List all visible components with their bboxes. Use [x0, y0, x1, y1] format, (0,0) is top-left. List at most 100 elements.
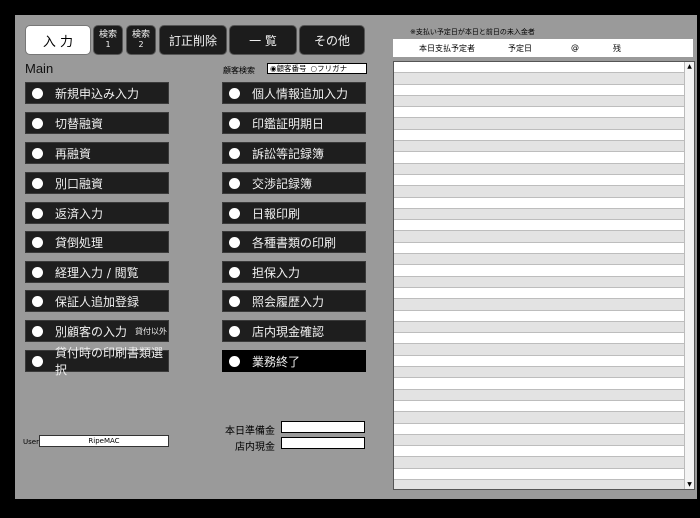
list-item[interactable]	[394, 344, 685, 356]
list-item[interactable]	[394, 434, 685, 447]
reserve-cash-field[interactable]	[281, 421, 365, 433]
tab-search-2[interactable]: 検索 2	[126, 25, 156, 55]
payments-note: ※支払い予定日が本日と前日の未入金者	[410, 28, 535, 36]
button-label: 個人情報追加入力	[252, 86, 349, 101]
refinance-switch-button[interactable]: 切替融資	[25, 112, 169, 134]
bad-debt-button[interactable]: 貸倒処理	[25, 231, 169, 253]
guarantor-add-button[interactable]: 保証人追加登録	[25, 290, 169, 312]
customer-search-label: 顧客検索	[223, 66, 255, 75]
store-cash-field[interactable]	[281, 437, 365, 449]
list-item[interactable]	[394, 186, 685, 198]
list-item[interactable]	[394, 118, 685, 130]
bullet-icon	[229, 147, 240, 159]
personal-info-button[interactable]: 個人情報追加入力	[222, 82, 366, 104]
list-item[interactable]	[394, 95, 685, 108]
new-application-button[interactable]: 新規申込み入力	[25, 82, 169, 104]
list-item[interactable]	[394, 299, 685, 311]
list-item[interactable]	[394, 243, 685, 255]
list-item[interactable]	[394, 479, 685, 489]
list-item[interactable]	[394, 288, 685, 300]
list-item[interactable]	[394, 457, 685, 469]
list-item[interactable]	[394, 208, 685, 221]
bullet-icon	[32, 177, 43, 189]
tab-search-1[interactable]: 検索 1	[93, 25, 123, 55]
button-label: 保証人追加登録	[55, 294, 140, 309]
bullet-icon	[229, 117, 240, 129]
col-at: @	[571, 43, 579, 52]
button-label: 再融資	[55, 146, 92, 161]
payments-header: 本日支払予定者 予定日 @ 残	[393, 39, 693, 57]
print-docs-select-button[interactable]: 貸付時の印刷書類選択	[25, 346, 169, 377]
scroll-up-icon[interactable]: ▲	[685, 62, 694, 71]
bullet-icon	[32, 147, 43, 159]
list-item[interactable]	[394, 469, 685, 480]
list-item[interactable]	[394, 85, 685, 96]
list-item[interactable]	[394, 424, 685, 435]
daily-report-print-button[interactable]: 日報印刷	[222, 202, 366, 224]
scrollbar[interactable]: ▲ ▼	[684, 62, 694, 489]
list-item[interactable]	[394, 107, 685, 119]
payments-rows	[394, 62, 685, 489]
bullet-icon	[32, 266, 43, 278]
tab-input[interactable]: 入 力	[25, 25, 91, 55]
list-item[interactable]	[394, 389, 685, 401]
documents-print-button[interactable]: 各種書類の印刷	[222, 231, 366, 253]
list-item[interactable]	[394, 130, 685, 142]
button-label: 交渉記録簿	[252, 176, 313, 191]
list-item[interactable]	[394, 62, 685, 74]
payments-list[interactable]: ▲ ▼	[393, 61, 695, 490]
list-item[interactable]	[394, 321, 685, 334]
tab-list[interactable]: 一 覧	[229, 25, 297, 55]
bullet-icon	[32, 325, 43, 337]
radio-furigana[interactable]: ○フリガナ	[311, 63, 348, 74]
button-label: 照会履歴入力	[252, 294, 325, 309]
other-customer-button[interactable]: 別顧客の入力 貸付以外	[25, 320, 169, 342]
col-remaining: 残	[613, 44, 621, 53]
button-label: 別口融資	[55, 176, 104, 191]
list-item[interactable]	[394, 220, 685, 232]
tab-edit-delete[interactable]: 訂正削除	[159, 25, 227, 55]
collateral-input-button[interactable]: 担保入力	[222, 261, 366, 283]
list-item[interactable]	[394, 198, 685, 209]
store-cash-check-button[interactable]: 店内現金確認	[222, 320, 366, 342]
list-item[interactable]	[394, 276, 685, 288]
negotiation-record-button[interactable]: 交渉記録簿	[222, 172, 366, 194]
button-label: 担保入力	[252, 265, 301, 280]
re-loan-button[interactable]: 再融資	[25, 142, 169, 164]
list-item[interactable]	[394, 141, 685, 153]
list-item[interactable]	[394, 73, 685, 85]
tab-other[interactable]: その他	[299, 25, 365, 55]
list-item[interactable]	[394, 152, 685, 164]
inquiry-history-button[interactable]: 照会履歴入力	[222, 290, 366, 312]
user-label: User	[23, 438, 39, 446]
list-item[interactable]	[394, 254, 685, 266]
list-item[interactable]	[394, 231, 685, 243]
button-label: 切替融資	[55, 116, 104, 131]
list-item[interactable]	[394, 356, 685, 368]
list-item[interactable]	[394, 311, 685, 322]
customer-search-options: ◉顧客番号 ○フリガナ	[267, 63, 367, 74]
bullet-icon	[229, 295, 240, 307]
list-item[interactable]	[394, 401, 685, 413]
list-item[interactable]	[394, 367, 685, 379]
accounting-button[interactable]: 経理入力 / 閲覧	[25, 261, 169, 283]
separate-loan-button[interactable]: 別口融資	[25, 172, 169, 194]
list-item[interactable]	[394, 378, 685, 390]
bullet-icon	[229, 207, 240, 219]
list-item[interactable]	[394, 265, 685, 277]
repayment-input-button[interactable]: 返済入力	[25, 202, 169, 224]
seal-cert-date-button[interactable]: 印鑑証明期日	[222, 112, 366, 134]
button-label: 日報印刷	[252, 206, 301, 221]
list-item[interactable]	[394, 446, 685, 458]
list-item[interactable]	[394, 412, 685, 424]
radio-customer-number[interactable]: ◉顧客番号	[270, 63, 307, 74]
list-item[interactable]	[394, 163, 685, 175]
button-label: 訴訟等記録簿	[252, 146, 325, 161]
scroll-down-icon[interactable]: ▼	[685, 480, 694, 489]
tab-search-1-label: 検索	[98, 30, 117, 40]
list-item[interactable]	[394, 333, 685, 345]
list-item[interactable]	[394, 175, 685, 187]
litigation-record-button[interactable]: 訴訟等記録簿	[222, 142, 366, 164]
end-business-button[interactable]: 業務終了	[222, 350, 366, 372]
button-label: 印鑑証明期日	[252, 116, 325, 131]
